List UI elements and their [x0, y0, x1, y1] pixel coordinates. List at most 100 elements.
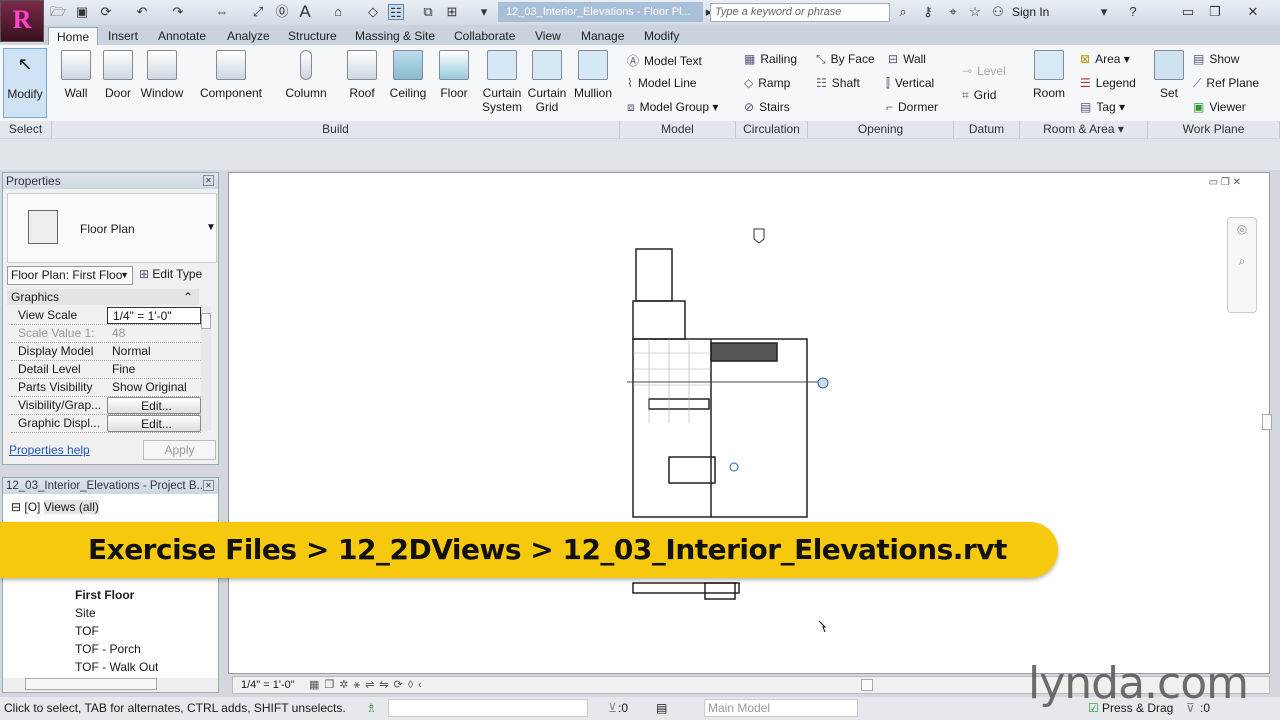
text-icon[interactable]: A [297, 3, 313, 20]
type-selector[interactable]: Floor Plan ▼ [7, 193, 217, 263]
drawing-canvas[interactable]: ▭ ❐ ✕ ◎ ⌕ [228, 172, 1270, 674]
tab-analyze[interactable]: Analyze [227, 27, 270, 45]
ref-plane-button[interactable]: ⟋ Ref Plane [1193, 76, 1259, 91]
panel-label-room-area[interactable]: Room & Area ▾ [1020, 121, 1148, 138]
search-input[interactable]: Type a keyword or phrase [710, 3, 890, 22]
window-button[interactable]: Window [138, 48, 186, 100]
component-button[interactable]: Component [196, 48, 266, 100]
model-group-button[interactable]: ⧈ Model Group ▾ [627, 100, 718, 115]
dimension-icon[interactable]: ⤢ [250, 4, 266, 20]
wall-button[interactable]: Wall [58, 48, 94, 100]
property-value[interactable]: 1/4" = 1'-0" [107, 307, 201, 324]
instance-filter-dropdown[interactable]: Floor Plan: First Floo ▼ [7, 266, 133, 285]
views-all-node[interactable]: ⊟ [O] Views (all) [11, 500, 99, 514]
set-button[interactable]: Set [1152, 48, 1186, 100]
room-button[interactable]: Room [1030, 48, 1068, 100]
tab-collaborate[interactable]: Collaborate [454, 27, 515, 45]
user-icon[interactable]: ⚇ [990, 4, 1006, 20]
satellite-icon[interactable]: ⌖ [945, 4, 961, 20]
tree-item-first-floor[interactable]: First Floor [75, 588, 134, 602]
railing-button[interactable]: ▦ Railing [744, 52, 797, 66]
3d-view-icon[interactable]: ⌂ [330, 4, 346, 20]
roof-button[interactable]: Roof [344, 48, 380, 100]
sign-in-link[interactable]: Sign In [1012, 5, 1049, 19]
tab-home[interactable]: Home [48, 27, 99, 45]
tree-item-tof[interactable]: TOF [75, 624, 99, 638]
customize-dropdown-icon[interactable]: ▾ [476, 4, 492, 20]
area-button[interactable]: ⊠ Area ▾ [1080, 52, 1130, 66]
view-control-icons[interactable]: ▦❐✲⚹⇌⇋⟳◊‹ [309, 678, 427, 692]
apply-button[interactable]: Apply [143, 440, 216, 460]
view-scale-button[interactable]: 1/4" = 1'-0" [241, 679, 295, 691]
stairs-button[interactable]: ⊘ Stairs [744, 100, 790, 114]
thin-lines-icon[interactable]: ☷ [388, 4, 404, 20]
vertical-scrollbar-thumb[interactable] [1262, 414, 1272, 430]
tag-icon[interactable]: ⓪ [274, 4, 290, 20]
save-icon[interactable]: ▣ [74, 4, 90, 20]
close-hidden-icon[interactable]: ⧉ [420, 4, 436, 20]
grid-button[interactable]: ⌗ Grid [962, 88, 996, 103]
properties-scrollbar[interactable] [201, 307, 211, 431]
tree-item-tof-porch[interactable]: TOF - Porch [75, 642, 141, 656]
sync-icon[interactable]: ⟳ [98, 4, 114, 20]
close-browser-icon[interactable]: ✕ [203, 480, 214, 491]
workset-dropdown[interactable] [388, 699, 588, 717]
help-icon[interactable]: ? [1125, 4, 1141, 20]
by-face-button[interactable]: ⤡ By Face [816, 52, 875, 67]
sign-in-dropdown-icon[interactable]: ▾ [1096, 4, 1112, 20]
close-icon[interactable]: ✕ [1245, 4, 1261, 20]
viewer-button[interactable]: ▣ Viewer [1193, 100, 1246, 114]
edit-button[interactable]: Edit... [107, 397, 201, 414]
tab-view[interactable]: View [535, 27, 561, 45]
edit-type-button[interactable]: ⊞ Edit Type [139, 267, 202, 281]
design-option-dropdown[interactable]: Main Model [704, 699, 858, 717]
worksets-icon[interactable]: ♗ [366, 697, 377, 719]
floor-button[interactable]: Floor [436, 48, 472, 100]
edit-button[interactable]: Edit... [107, 415, 201, 432]
scrollbar-thumb[interactable] [25, 678, 157, 690]
show-button[interactable]: ▤ Show [1193, 52, 1239, 66]
key-icon[interactable]: ⚷ [920, 4, 936, 20]
tab-manage[interactable]: Manage [581, 27, 624, 45]
restore-icon[interactable]: ❐ [1207, 4, 1223, 20]
open-icon[interactable]: 🗁 [50, 4, 66, 20]
model-line-button[interactable]: ⌇ Model Line [627, 76, 697, 90]
properties-help-link[interactable]: Properties help [9, 443, 90, 457]
measure-icon[interactable]: ⇔ [214, 4, 230, 20]
horizontal-scrollbar-thumb[interactable] [861, 679, 873, 691]
vertical-button[interactable]: ⫿ Vertical [886, 76, 934, 91]
design-options-icon[interactable]: ▤ [656, 697, 667, 719]
minimize-icon[interactable]: ▭ [1180, 4, 1196, 20]
model-text-button[interactable]: Ⓐ Model Text [627, 52, 702, 69]
tab-modify[interactable]: Modify [644, 27, 679, 45]
switch-windows-icon[interactable]: ⊞ [444, 4, 460, 20]
level-button[interactable]: ⊸ Level [962, 64, 1006, 78]
tag-button[interactable]: ▤ Tag ▾ [1080, 100, 1125, 114]
section-icon[interactable]: ◇ [365, 4, 381, 20]
tab-massing-site[interactable]: Massing & Site [355, 27, 435, 45]
tab-structure[interactable]: Structure [288, 27, 337, 45]
modify-button[interactable]: ↖ Modify [3, 48, 47, 118]
undo-icon[interactable]: ↶ [134, 4, 150, 20]
tree-item-site[interactable]: Site [75, 606, 96, 620]
panel-label-select[interactable]: Select [0, 121, 52, 138]
graphics-section-header[interactable]: Graphics ⌃ [7, 289, 199, 305]
tab-insert[interactable]: Insert [108, 27, 138, 45]
ceiling-button[interactable]: Ceiling [386, 48, 430, 100]
application-menu-button[interactable]: R [0, 0, 44, 42]
dormer-button[interactable]: ⌐ Dormer [886, 100, 938, 114]
wall-opening-button[interactable]: ⊟ Wall [888, 52, 926, 66]
mullion-button[interactable]: Mullion [570, 48, 616, 100]
shaft-button[interactable]: ☷ Shaft [816, 76, 860, 90]
ramp-button[interactable]: ◇ Ramp [744, 76, 790, 90]
legend-button[interactable]: ☰ Legend [1080, 76, 1136, 90]
curtain-system-button[interactable]: Curtain System [478, 48, 526, 114]
curtain-grid-button[interactable]: Curtain Grid [526, 48, 568, 114]
tab-annotate[interactable]: Annotate [158, 27, 206, 45]
door-button[interactable]: Door [100, 48, 136, 100]
close-properties-icon[interactable]: ✕ [203, 175, 214, 186]
binoculars-icon[interactable]: ⌕ [895, 4, 911, 20]
column-button[interactable]: Column [282, 48, 330, 100]
browser-horizontal-scrollbar[interactable] [3, 678, 218, 692]
redo-icon[interactable]: ↷ [170, 4, 186, 20]
